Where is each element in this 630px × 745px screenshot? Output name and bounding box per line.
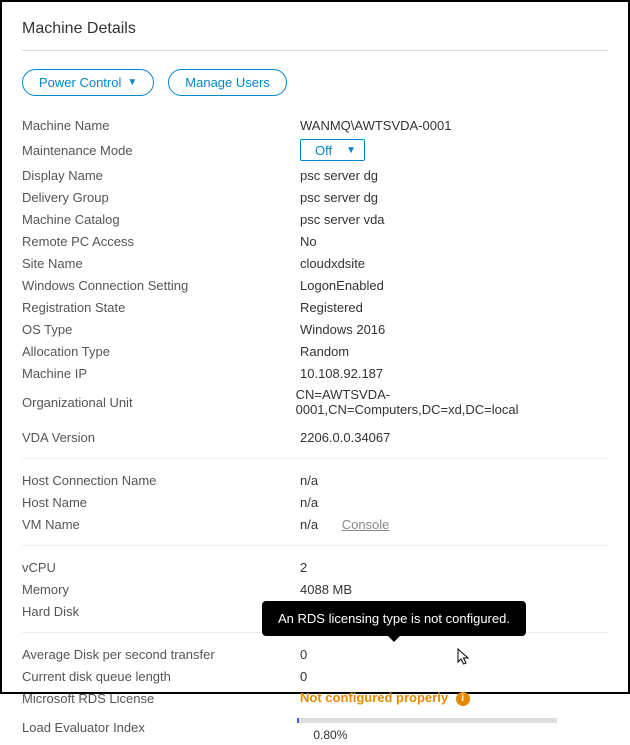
row-memory: Memory 4088 MB <box>22 578 608 600</box>
label: Microsoft RDS License <box>22 691 300 706</box>
row-display-name: Display Name psc server dg <box>22 164 608 186</box>
value: 0 <box>300 647 307 662</box>
value: Random <box>300 344 349 359</box>
toolbar: Power Control ▼ Manage Users <box>22 69 608 96</box>
divider <box>22 545 608 546</box>
label: Organizational Unit <box>22 395 296 410</box>
row-os-type: OS Type Windows 2016 <box>22 318 608 340</box>
value: cloudxdsite <box>300 256 365 271</box>
label: VM Name <box>22 517 300 532</box>
row-delivery-group: Delivery Group psc server dg <box>22 186 608 208</box>
divider <box>22 50 608 51</box>
row-remote-pc: Remote PC Access No <box>22 230 608 252</box>
value: 4088 MB <box>300 582 352 597</box>
value: psc server vda <box>300 212 385 227</box>
rds-warning-text: Not configured properly <box>300 690 448 705</box>
label: Machine Catalog <box>22 212 300 227</box>
label: vCPU <box>22 560 300 575</box>
progress-percent: 0.80% <box>313 728 347 742</box>
row-machine-ip: Machine IP 10.108.92.187 <box>22 362 608 384</box>
value: psc server dg <box>300 190 378 205</box>
value: 2206.0.0.34067 <box>300 430 390 445</box>
power-control-button[interactable]: Power Control ▼ <box>22 69 154 96</box>
value: 10.108.92.187 <box>300 366 383 381</box>
value: No <box>300 234 317 249</box>
row-rds-license: Microsoft RDS License Not configured pro… <box>22 687 608 709</box>
row-vda-version: VDA Version 2206.0.0.34067 <box>22 426 608 448</box>
label: Machine Name <box>22 118 300 133</box>
value-container: Not configured properly i <box>300 690 470 706</box>
value: CN=AWTSVDA-0001,CN=Computers,DC=xd,DC=lo… <box>296 387 608 417</box>
tooltip: An RDS licensing type is not configured. <box>262 601 526 636</box>
row-ou: Organizational Unit CN=AWTSVDA-0001,CN=C… <box>22 384 608 420</box>
row-machine-name: Machine Name WANMQ\AWTSVDA-0001 <box>22 114 608 136</box>
label: Host Connection Name <box>22 473 300 488</box>
row-site-name: Site Name cloudxdsite <box>22 252 608 274</box>
row-machine-catalog: Machine Catalog psc server vda <box>22 208 608 230</box>
value-container: Off ▼ <box>300 139 365 161</box>
value: psc server dg <box>300 168 378 183</box>
row-vm-name: VM Name n/a Console <box>22 513 608 535</box>
maintenance-mode-value: Off <box>315 143 332 158</box>
label: Registration State <box>22 300 300 315</box>
row-host-name: Host Name n/a <box>22 491 608 513</box>
page-title: Machine Details <box>22 20 608 38</box>
value: LogonEnabled <box>300 278 384 293</box>
label: Hard Disk <box>22 604 300 619</box>
value: 2 <box>300 560 307 575</box>
value: Windows 2016 <box>300 322 385 337</box>
value: Registered <box>300 300 363 315</box>
value: n/a <box>300 473 318 488</box>
value: n/a <box>300 495 318 510</box>
label: Memory <box>22 582 300 597</box>
chevron-down-icon: ▼ <box>346 145 356 156</box>
chevron-down-icon: ▼ <box>127 77 137 88</box>
label: Machine IP <box>22 366 300 381</box>
row-avg-disk: Average Disk per second transfer 0 <box>22 643 608 665</box>
label: Windows Connection Setting <box>22 278 300 293</box>
divider <box>22 458 608 459</box>
value-container: 0.80% <box>297 712 608 742</box>
label: VDA Version <box>22 430 300 445</box>
row-vcpu: vCPU 2 <box>22 556 608 578</box>
row-alloc-type: Allocation Type Random <box>22 340 608 362</box>
label: Delivery Group <box>22 190 300 205</box>
label: Display Name <box>22 168 300 183</box>
row-disk-queue: Current disk queue length 0 <box>22 665 608 687</box>
row-load-eval: Load Evaluator Index 0.80% <box>22 709 608 745</box>
label: Allocation Type <box>22 344 300 359</box>
label: Average Disk per second transfer <box>22 647 300 662</box>
row-host-conn: Host Connection Name n/a <box>22 469 608 491</box>
row-reg-state: Registration State Registered <box>22 296 608 318</box>
row-win-conn: Windows Connection Setting LogonEnabled <box>22 274 608 296</box>
value: WANMQ\AWTSVDA-0001 <box>300 118 451 133</box>
label: Maintenance Mode <box>22 143 300 158</box>
label: Current disk queue length <box>22 669 300 684</box>
label: Load Evaluator Index <box>22 720 297 735</box>
maintenance-mode-select[interactable]: Off ▼ <box>300 139 365 161</box>
manage-users-button[interactable]: Manage Users <box>168 69 287 96</box>
console-link[interactable]: Console <box>342 517 390 532</box>
value-container: n/a Console <box>300 517 389 532</box>
progress-bar <box>297 718 557 723</box>
value: 0 <box>300 669 307 684</box>
value: n/a <box>300 517 318 532</box>
progress-fill <box>297 718 299 723</box>
label: Host Name <box>22 495 300 510</box>
label: Site Name <box>22 256 300 271</box>
row-maintenance-mode: Maintenance Mode Off ▼ <box>22 136 608 164</box>
label: Remote PC Access <box>22 234 300 249</box>
power-control-label: Power Control <box>39 75 121 90</box>
label: OS Type <box>22 322 300 337</box>
manage-users-label: Manage Users <box>185 75 270 90</box>
